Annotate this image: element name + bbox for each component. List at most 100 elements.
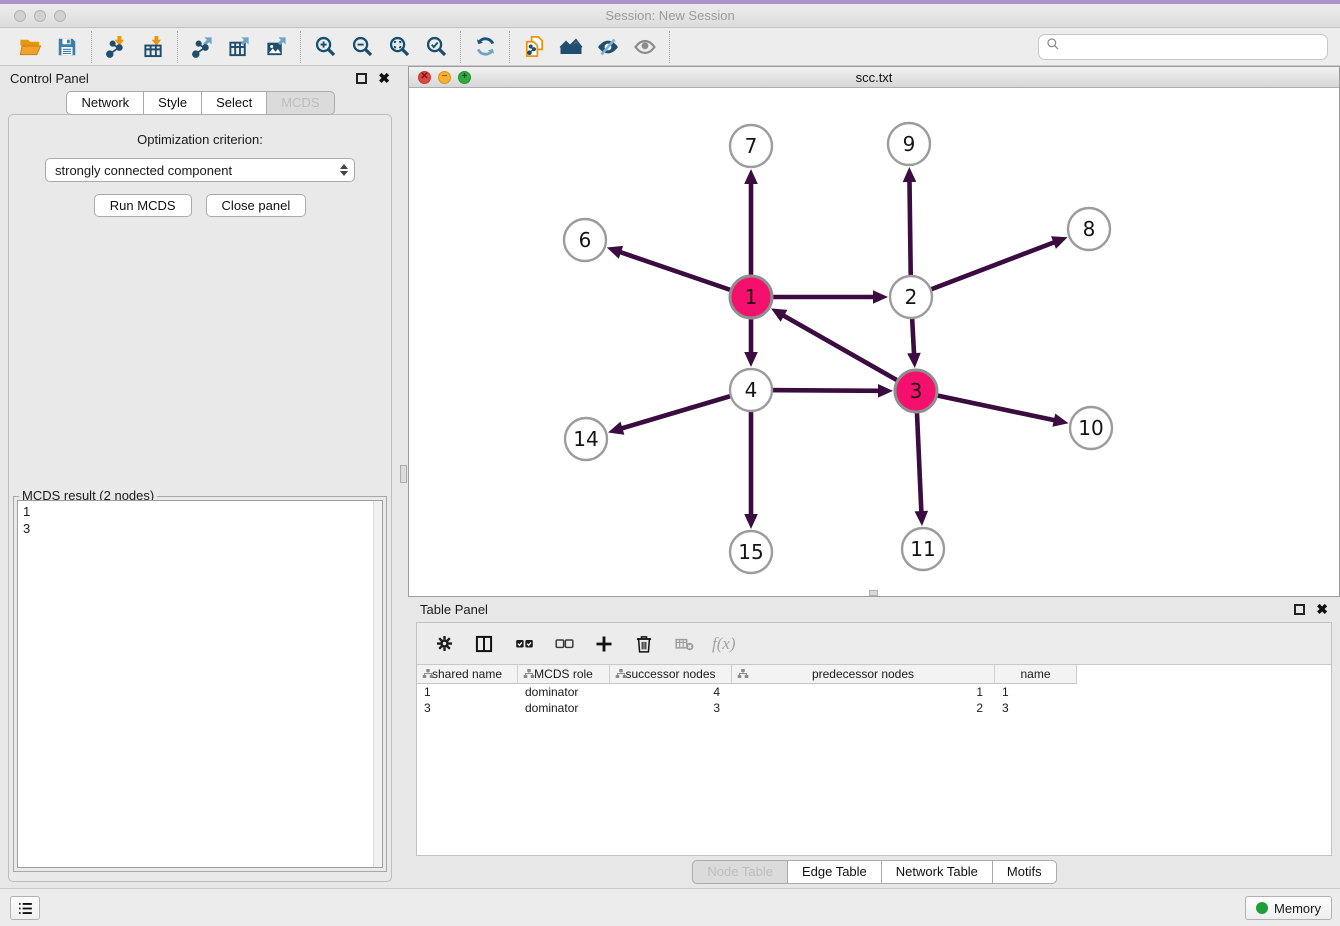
node-label: 15	[738, 540, 763, 564]
cell-name: 1	[995, 684, 1077, 700]
close-panel-icon[interactable]: ✖	[378, 73, 390, 84]
network-node-15[interactable]: 15	[730, 531, 772, 573]
table-row[interactable]: 1 dominator 4 1 1	[417, 684, 1331, 700]
float-panel-icon[interactable]	[356, 73, 367, 84]
network-edge-3-10[interactable]	[916, 391, 1068, 427]
cell-name: 3	[995, 700, 1077, 716]
close-window-button[interactable]	[14, 10, 26, 22]
network-node-1[interactable]: 1	[730, 276, 772, 318]
delete-column-icon[interactable]	[632, 632, 656, 656]
refresh-layout-icon[interactable]	[473, 35, 497, 59]
column-header-shared-name[interactable]: shared name	[417, 665, 518, 684]
column-header-predecessor-nodes[interactable]: predecessor nodes	[732, 665, 995, 684]
hide-graphics-icon[interactable]	[596, 35, 620, 59]
network-node-2[interactable]: 2	[890, 276, 932, 318]
result-scrollbar[interactable]	[373, 501, 382, 867]
tab-style[interactable]: Style	[143, 91, 202, 115]
table-settings-gear-icon[interactable]	[432, 632, 456, 656]
toolbar-group-view	[510, 31, 670, 63]
add-column-icon[interactable]	[592, 632, 616, 656]
table-float-panel-icon[interactable]	[1294, 604, 1305, 615]
cell-shared-name: 1	[417, 684, 518, 700]
splitter-grip[interactable]	[400, 465, 407, 483]
memory-button[interactable]: Memory	[1245, 896, 1332, 920]
close-panel-button[interactable]: Close panel	[206, 194, 307, 217]
deselect-all-rows-icon[interactable]	[552, 632, 576, 656]
save-session-icon[interactable]	[55, 35, 79, 59]
vertical-splitter[interactable]	[400, 66, 408, 888]
toolbar-group-zoom	[301, 31, 461, 63]
network-node-6[interactable]: 6	[564, 219, 606, 261]
network-node-10[interactable]: 10	[1070, 407, 1112, 449]
network-bottom-grip[interactable]	[869, 590, 878, 596]
network-edge-3-1[interactable]	[771, 308, 916, 391]
export-image-icon[interactable]	[264, 35, 288, 59]
open-file-icon[interactable]	[18, 35, 42, 59]
column-header-name[interactable]: name	[995, 665, 1077, 684]
optimization-criterion-dropdown[interactable]: strongly connected component	[45, 158, 355, 182]
system-titlebar[interactable]: Session: New Session	[0, 4, 1340, 28]
network-maximize-button[interactable]: +	[458, 71, 471, 84]
search-field[interactable]	[1038, 34, 1328, 60]
network-node-8[interactable]: 8	[1068, 208, 1110, 250]
node-label: 7	[745, 134, 758, 158]
tab-motifs[interactable]: Motifs	[992, 860, 1057, 884]
network-node-11[interactable]: 11	[902, 528, 944, 570]
table-panel-header: Table Panel ✖	[408, 597, 1340, 622]
zoom-in-icon[interactable]	[313, 35, 337, 59]
network-canvas[interactable]: 1 2 3 4 6 7 8 9 10 11 14 15	[409, 88, 1339, 596]
show-columns-icon[interactable]	[472, 632, 496, 656]
network-edge-1-6[interactable]	[607, 246, 751, 297]
network-view-window: ✕ − + scc.txt 1 2 3 4 6 7 8 9 10 11 14 15	[408, 66, 1340, 597]
column-header-successor-nodes[interactable]: successor nodes	[610, 665, 732, 684]
cell-successor-nodes: 3	[610, 700, 732, 716]
hierarchy-icon	[737, 668, 749, 683]
session-home-icon[interactable]	[559, 35, 583, 59]
tab-network[interactable]: Network	[66, 91, 144, 115]
node-label: 2	[905, 285, 918, 309]
network-edge-4-14[interactable]	[608, 390, 751, 435]
network-node-7[interactable]: 7	[730, 125, 772, 167]
hierarchy-icon	[523, 668, 535, 683]
tab-select[interactable]: Select	[201, 91, 267, 115]
zoom-selected-icon[interactable]	[424, 35, 448, 59]
mcds-result-textarea[interactable]: 1 3	[17, 500, 383, 868]
network-node-9[interactable]: 9	[888, 123, 930, 165]
tab-mcds[interactable]: MCDS	[266, 91, 334, 115]
column-header-mcds-role[interactable]: MCDS role	[518, 665, 610, 684]
network-graph: 1 2 3 4 6 7 8 9 10 11 14 15	[409, 88, 1339, 596]
tab-edge-table[interactable]: Edge Table	[787, 860, 882, 884]
table-row[interactable]: 3 dominator 3 2 3	[417, 700, 1331, 716]
import-network-icon[interactable]	[104, 35, 128, 59]
zoom-fit-icon[interactable]	[387, 35, 411, 59]
clone-network-icon[interactable]	[522, 35, 546, 59]
search-input[interactable]	[1061, 39, 1321, 54]
run-mcds-button[interactable]: Run MCDS	[94, 194, 192, 217]
cell-predecessor-nodes: 1	[732, 684, 995, 700]
export-network-icon[interactable]	[190, 35, 214, 59]
window-title: Session: New Session	[0, 4, 1340, 28]
main-area: Control Panel ✖ Network Style Select MCD…	[0, 63, 1340, 888]
network-edge-2-8[interactable]	[911, 236, 1068, 297]
tab-network-table[interactable]: Network Table	[881, 860, 993, 884]
table-close-panel-icon[interactable]: ✖	[1316, 604, 1328, 615]
network-window-titlebar[interactable]: ✕ − + scc.txt	[409, 67, 1339, 88]
node-label: 6	[579, 228, 592, 252]
network-node-4[interactable]: 4	[730, 369, 772, 411]
tab-node-table[interactable]: Node Table	[692, 860, 788, 884]
zoom-out-icon[interactable]	[350, 35, 374, 59]
import-table-icon[interactable]	[141, 35, 165, 59]
network-node-3[interactable]: 3	[895, 370, 937, 412]
network-close-button[interactable]: ✕	[418, 71, 431, 84]
network-minimize-button[interactable]: −	[438, 71, 451, 84]
zoom-window-button[interactable]	[54, 10, 66, 22]
table-panel-box: f(x) shared name MCDS role successor nod…	[416, 622, 1332, 856]
show-graphics-icon[interactable]	[633, 35, 657, 59]
task-history-button[interactable]	[10, 896, 40, 920]
export-table-icon[interactable]	[227, 35, 251, 59]
network-node-14[interactable]: 14	[565, 418, 607, 460]
toolbar-group-export	[178, 31, 301, 63]
minimize-window-button[interactable]	[34, 10, 46, 22]
select-all-rows-icon[interactable]	[512, 632, 536, 656]
node-label: 1	[745, 285, 758, 309]
